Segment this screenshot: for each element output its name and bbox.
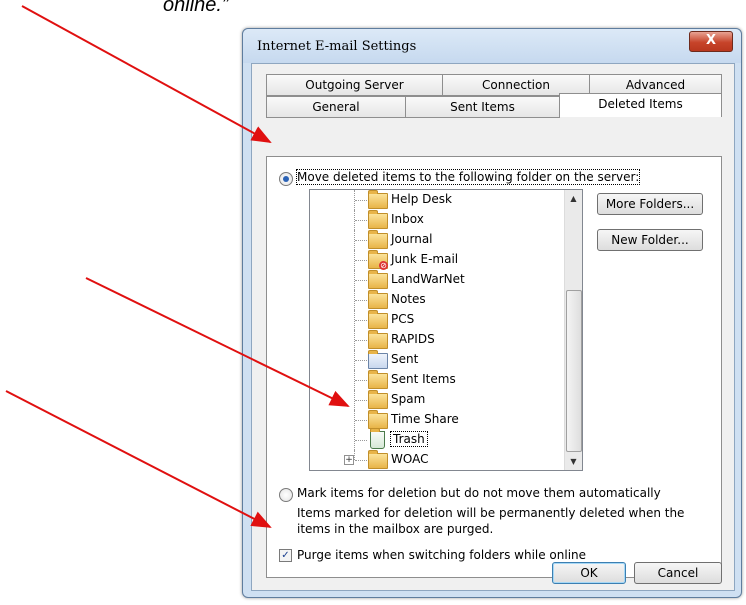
arrow-to-move-option — [21, 5, 272, 143]
tab-deleted-items[interactable]: Deleted Items — [559, 93, 722, 117]
arrow-to-trash-folder — [85, 277, 350, 407]
arrow-to-purge-option — [5, 390, 272, 528]
annotation-arrows — [5, 5, 350, 528]
